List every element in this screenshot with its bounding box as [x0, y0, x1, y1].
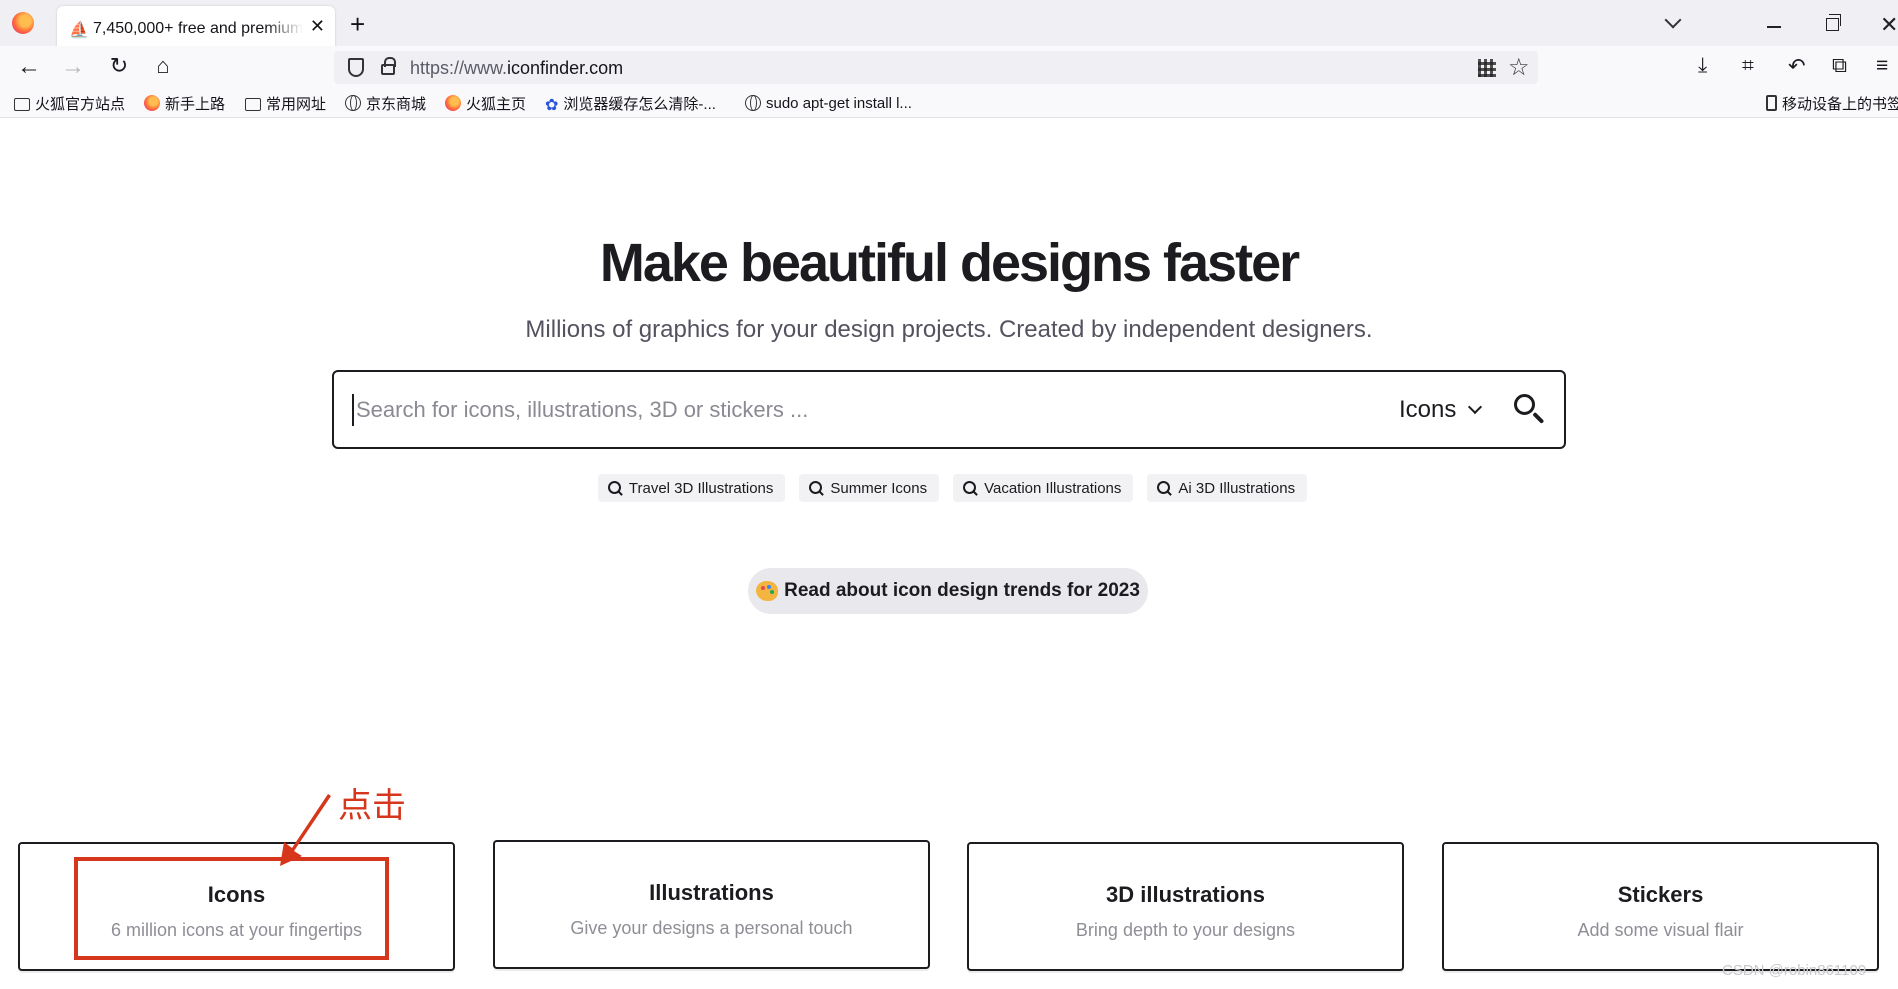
- bookmarks-toolbar: 火狐官方站点 新手上路 常用网址 京东商城 火狐主页 ✿ 浏览器缓存怎么清除-.…: [0, 88, 1898, 118]
- undo-arrow-icon[interactable]: ↶: [1788, 54, 1806, 79]
- search-suggestions: Travel 3D Illustrations Summer Icons Vac…: [0, 474, 1898, 502]
- card-subtitle: Add some visual flair: [1577, 920, 1744, 940]
- paint-palette-icon: [756, 581, 779, 601]
- search-type-label: Icons: [1399, 396, 1457, 423]
- forward-arrow-icon[interactable]: →: [58, 53, 88, 81]
- mobile-phone-icon: [1766, 95, 1777, 111]
- bookmark-item[interactable]: 常用网址: [245, 93, 326, 113]
- suggestion-chip[interactable]: Summer Icons: [799, 474, 940, 502]
- search-box: Icons: [332, 370, 1566, 449]
- suggestion-chip[interactable]: Travel 3D Illustrations: [597, 474, 786, 502]
- globe-icon: [745, 95, 761, 111]
- search-type-dropdown[interactable]: Icons: [1399, 396, 1483, 424]
- bookmark-item[interactable]: ✿ 浏览器缓存怎么清除-...: [545, 93, 716, 115]
- extensions-puzzle-icon[interactable]: ⧉: [1832, 54, 1847, 78]
- tab-bar: ⛵ 7,450,000+ free and premium ✕ + ✕: [0, 0, 1898, 50]
- card-title: Stickers: [1617, 882, 1704, 907]
- category-card-stickers[interactable]: Stickers Add some visual flair: [1442, 842, 1879, 971]
- navigation-toolbar: ← → ↻ ⌂ https://www.iconfinder.com ☆ ⤓ ⌗…: [0, 46, 1898, 88]
- suggestion-chip[interactable]: Vacation Illustrations: [953, 474, 1134, 502]
- mobile-bookmarks[interactable]: 移动设备上的书签: [1766, 93, 1898, 113]
- search-input[interactable]: [352, 394, 1352, 426]
- back-arrow-icon[interactable]: ←: [14, 53, 44, 81]
- qr-code-icon[interactable]: [1478, 59, 1496, 77]
- tab-title: 7,450,000+ free and premium: [93, 20, 303, 37]
- window-restore-icon[interactable]: [1826, 14, 1841, 31]
- reload-icon[interactable]: ↻: [104, 53, 134, 79]
- url-text[interactable]: https://www.iconfinder.com: [410, 58, 623, 79]
- search-icon: [1157, 481, 1171, 495]
- tracking-shield-icon[interactable]: [348, 58, 364, 77]
- card-title: 3D illustrations: [1106, 882, 1265, 907]
- bookmark-item[interactable]: sudo apt-get install l...: [745, 93, 912, 113]
- bookmark-item[interactable]: 新手上路: [144, 93, 225, 113]
- active-tab[interactable]: ⛵ 7,450,000+ free and premium ✕: [57, 6, 335, 50]
- window-minimize-icon[interactable]: [1767, 26, 1781, 28]
- highlighted-phrase: beautiful designs: [739, 233, 1152, 293]
- card-subtitle: Give your designs a personal touch: [570, 918, 853, 938]
- firefox-icon: [445, 95, 461, 111]
- search-icon: [963, 481, 977, 495]
- bookmark-item[interactable]: 火狐主页: [445, 93, 526, 113]
- hero-subtitle: Millions of graphics for your design pro…: [525, 316, 1373, 343]
- globe-icon: [345, 95, 361, 111]
- folder-icon: [245, 97, 261, 111]
- baidu-paw-icon: ✿: [545, 97, 559, 114]
- padlock-icon[interactable]: [381, 57, 396, 75]
- downloads-icon[interactable]: ⤓: [1698, 54, 1707, 78]
- tab-list-chevron-icon[interactable]: [1664, 13, 1684, 33]
- firefox-icon: [144, 95, 160, 111]
- window-close-icon[interactable]: ✕: [1880, 12, 1898, 38]
- bookmark-item[interactable]: 京东商城: [345, 93, 426, 113]
- card-title: Illustrations: [649, 880, 774, 905]
- new-tab-plus-icon[interactable]: +: [350, 9, 365, 40]
- category-card-illustrations[interactable]: Illustrations Give your designs a person…: [493, 840, 930, 969]
- bookmark-item[interactable]: 火狐官方站点: [14, 93, 125, 113]
- search-icon: [809, 481, 823, 495]
- search-icon: [607, 481, 622, 495]
- chevron-down-icon: [1468, 399, 1483, 415]
- search-icon[interactable]: [1512, 392, 1546, 426]
- home-icon[interactable]: ⌂: [148, 53, 178, 79]
- tab-close-icon[interactable]: ✕: [310, 16, 325, 37]
- menu-hamburger-icon[interactable]: ≡: [1876, 54, 1888, 78]
- hero-heading: Make beautiful designs faster: [599, 233, 1300, 293]
- design-trends-banner[interactable]: Read about icon design trends for 2023: [748, 568, 1148, 614]
- category-card-3d-illustrations[interactable]: 3D illustrations Bring depth to your des…: [967, 842, 1404, 971]
- bookmark-star-icon[interactable]: ☆: [1508, 53, 1530, 82]
- address-bar[interactable]: https://www.iconfinder.com ☆: [334, 51, 1538, 84]
- firefox-logo-icon[interactable]: [12, 12, 34, 34]
- watermark: CSDN @robin861109: [1722, 962, 1867, 979]
- annotation-highlight-box: [74, 857, 389, 960]
- folder-icon: [14, 97, 30, 111]
- site-favicon-icon: ⛵: [69, 22, 89, 39]
- suggestion-chip[interactable]: Ai 3D Illustrations: [1147, 474, 1308, 502]
- annotation-arrow-icon: [280, 794, 331, 866]
- screenshot-crop-icon[interactable]: ⌗: [1742, 54, 1754, 78]
- card-subtitle: Bring depth to your designs: [1075, 920, 1296, 940]
